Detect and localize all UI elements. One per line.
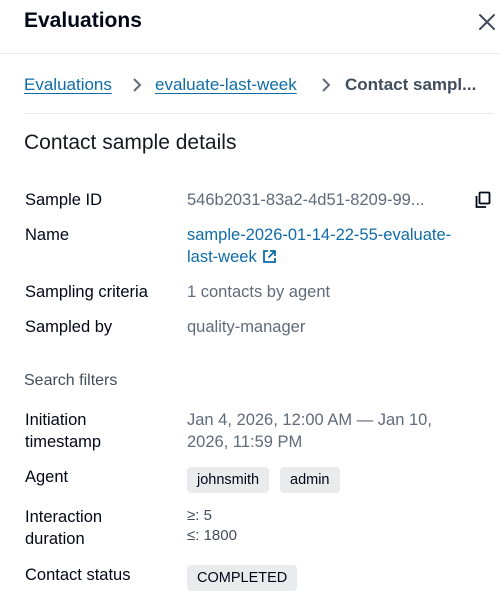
- panel-title: Evaluations: [24, 9, 142, 32]
- external-link-icon: [262, 250, 276, 263]
- sample-name-link[interactable]: sample-2026-01-14-22-55-evaluate- last-w…: [187, 226, 451, 266]
- breadcrumb-current: Contact sampl...: [345, 75, 477, 94]
- sample-id-value: 546b2031-83a2-4d51-8209-99...: [187, 191, 425, 209]
- duration-max-value: ≤: 1800: [187, 527, 237, 544]
- sampled-by-value: quality-manager: [187, 318, 306, 336]
- sample-name-line2: last-week: [187, 248, 257, 266]
- breadcrumb-link-evaluations[interactable]: Evaluations: [24, 75, 112, 95]
- name-label: Name: [25, 226, 70, 244]
- initiation-timestamp-label: Initiation timestamp: [25, 411, 102, 451]
- section-title: Contact sample details: [24, 131, 237, 154]
- sample-id-label: Sample ID: [25, 191, 103, 209]
- sample-name-line1: sample-2026-01-14-22-55-evaluate-: [187, 226, 452, 244]
- chevron-right-icon: [133, 78, 142, 92]
- copy-icon[interactable]: [474, 191, 492, 209]
- breadcrumb: Evaluations evaluate-last-week Contact s…: [24, 75, 484, 99]
- search-filters-heading: Search filters: [24, 372, 118, 389]
- sampling-criteria-label: Sampling criteria: [25, 283, 148, 301]
- interaction-duration-label: Interaction duration: [25, 508, 103, 548]
- agent-badge-johnsmith: johnsmith: [187, 467, 270, 493]
- chevron-right-icon: [322, 78, 331, 92]
- sampled-by-label: Sampled by: [25, 318, 113, 336]
- sampling-criteria-value: 1 contacts by agent: [187, 283, 331, 301]
- divider: [24, 113, 494, 114]
- contact-status-badge: COMPLETED: [187, 565, 298, 591]
- close-icon[interactable]: [476, 11, 498, 33]
- name-value: sample-2026-01-14-22-55-evaluate- last-w…: [187, 224, 451, 268]
- duration-min-value: ≥: 5: [187, 507, 212, 524]
- contact-status-label: Contact status: [25, 566, 131, 584]
- panel-header: Evaluations: [0, 0, 501, 54]
- initiation-timestamp-value: Jan 4, 2026, 12:00 AM — Jan 10, 2026, 11:…: [187, 411, 432, 451]
- breadcrumb-link-evaluate-last-week[interactable]: evaluate-last-week: [155, 75, 297, 95]
- agent-label: Agent: [25, 468, 69, 486]
- agent-badge-admin: admin: [280, 467, 340, 493]
